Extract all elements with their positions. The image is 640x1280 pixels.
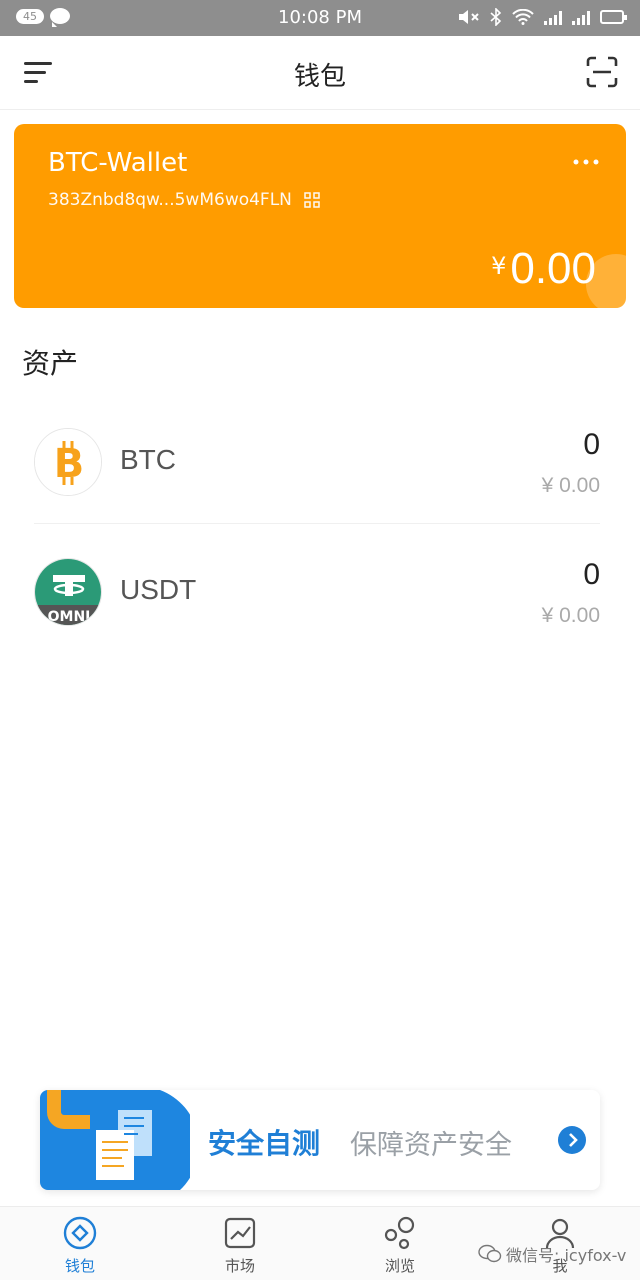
bitcoin-icon: B <box>34 428 102 496</box>
banner-main-text: 安全自测 <box>208 1127 321 1160</box>
security-illustration-icon <box>40 1090 190 1190</box>
asset-name: USDT <box>120 574 197 605</box>
wallet-balance: ¥ 0.00 <box>491 244 596 294</box>
omni-logo-label: OMNI <box>48 609 91 625</box>
tab-browse[interactable]: 浏览 <box>360 1215 440 1276</box>
signal-icon-2 <box>572 9 590 25</box>
asset-name: BTC <box>120 444 176 475</box>
market-chart-icon <box>224 1217 256 1249</box>
balance-amount: 0.00 <box>510 244 596 293</box>
svg-text:B: B <box>54 441 85 487</box>
watermark-text: 微信号: icyfox-v <box>506 1246 627 1265</box>
wechat-watermark: 微信号: icyfox-v <box>478 1242 626 1266</box>
asset-quantity: 0 <box>583 558 600 591</box>
more-options-icon[interactable] <box>572 148 600 176</box>
app-header: 钱包 <box>0 36 640 110</box>
wallet-address-row[interactable]: 383Znbd8qw...5wM6wo4FLN <box>48 190 320 210</box>
qr-code-icon[interactable] <box>304 192 320 208</box>
battery-icon <box>600 10 627 24</box>
asset-row-usdt[interactable]: OMNI USDT 0 ¥ 0.00 <box>34 534 600 654</box>
wifi-icon <box>512 9 534 25</box>
wallet-address: 383Znbd8qw...5wM6wo4FLN <box>48 190 292 210</box>
tab-label: 钱包 <box>64 1257 95 1275</box>
mute-icon <box>459 10 479 24</box>
tab-wallet[interactable]: 钱包 <box>40 1215 120 1276</box>
banner-sub-text: 保障资产安全 <box>350 1130 512 1161</box>
wallet-name: BTC-Wallet <box>48 148 188 178</box>
security-check-banner[interactable]: 安全自测 保障资产安全 <box>40 1090 600 1190</box>
asset-fiat-value: ¥ 0.00 <box>541 474 600 497</box>
asset-row-btc[interactable]: B BTC 0 ¥ 0.00 <box>34 404 600 524</box>
scan-icon[interactable] <box>586 56 618 88</box>
browse-bubbles-icon <box>384 1216 415 1250</box>
tab-market[interactable]: 市场 <box>200 1215 280 1276</box>
balance-currency-symbol: ¥ <box>491 252 507 280</box>
wechat-icon <box>478 1244 502 1263</box>
tether-omni-icon: OMNI <box>34 558 102 626</box>
chevron-right-icon[interactable] <box>558 1126 586 1154</box>
assets-section-title: 资产 <box>22 347 79 380</box>
status-right <box>458 8 627 26</box>
status-bar: 45 10:08 PM <box>0 0 640 36</box>
asset-quantity: 0 <box>583 428 600 461</box>
signal-icon-1 <box>544 9 562 25</box>
page-title: 钱包 <box>293 62 346 92</box>
asset-fiat-value: ¥ 0.00 <box>541 604 600 627</box>
bluetooth-icon <box>490 8 502 26</box>
wallet-card[interactable]: BTC-Wallet 383Znbd8qw...5wM6wo4FLN ¥ 0.0… <box>14 124 626 308</box>
wallet-icon <box>63 1216 97 1250</box>
tab-label: 市场 <box>224 1257 255 1275</box>
tab-label: 浏览 <box>384 1257 415 1275</box>
